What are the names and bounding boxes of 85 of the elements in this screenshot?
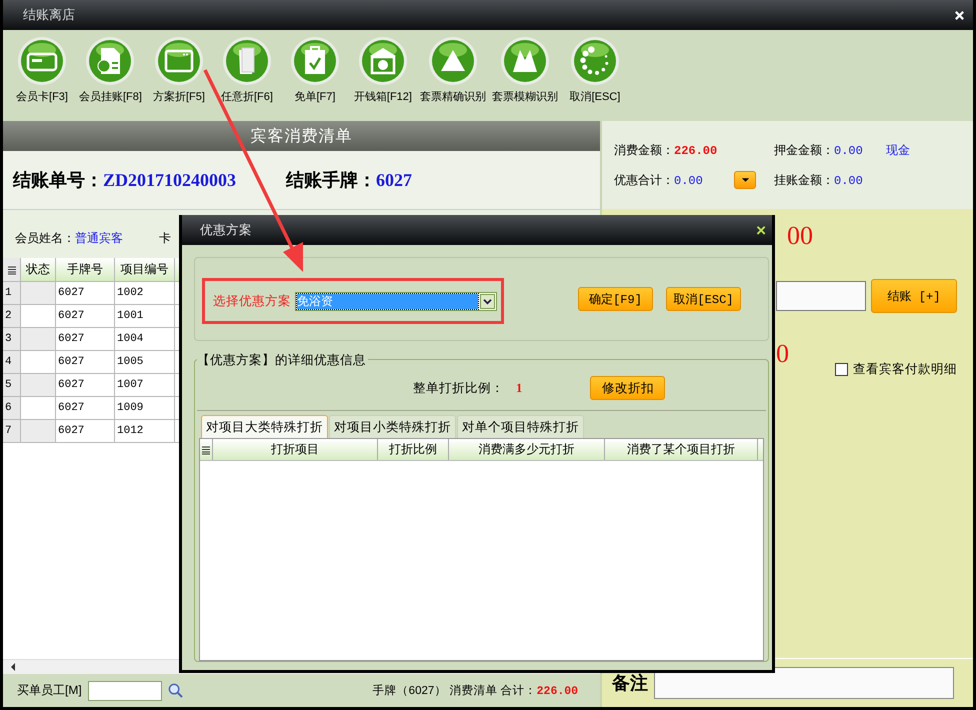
- member-name: 会员姓名：普通宾客: [15, 230, 123, 246]
- table-cell: 1001: [115, 305, 175, 327]
- toolbar-button[interactable]: 取消[ESC]: [564, 36, 626, 104]
- peaks-icon: [500, 36, 550, 86]
- cash-link[interactable]: 现金: [886, 142, 910, 158]
- change-amount: 0: [776, 339, 789, 369]
- checkout-button[interactable]: 结账 [+]: [871, 279, 957, 313]
- close-icon[interactable]: [954, 10, 965, 20]
- table-cell: 1002: [115, 282, 175, 304]
- row-number: 4: [3, 351, 21, 373]
- table-cell: 1004: [115, 328, 175, 350]
- edit-discount-button[interactable]: 修改折扣: [590, 376, 666, 400]
- bill-summary: 手牌（6027） 消费清单 合计：226.00: [372, 683, 578, 698]
- tab[interactable]: 对单个项目特殊打折: [457, 415, 584, 438]
- card-label: 卡: [159, 230, 171, 246]
- payment-detail-checkbox[interactable]: 查看宾客付款明细: [835, 361, 957, 378]
- dialog-title: 优惠方案: [200, 222, 252, 238]
- window-title: 结账离店: [23, 6, 75, 24]
- order-number: 结账单号：ZD201710240003: [13, 169, 236, 192]
- row-number: 7: [3, 420, 21, 442]
- row-number: 1: [3, 282, 21, 304]
- table-cell: 1007: [115, 374, 175, 396]
- clipboard-icon: [290, 36, 340, 86]
- toolbar-button[interactable]: 会员挂账[F8]: [79, 36, 142, 104]
- table-cell: 1012: [115, 420, 175, 442]
- toolbar-button[interactable]: 方案折[F5]: [148, 36, 210, 104]
- caret-icon: [740, 177, 750, 183]
- table-cell: 6027: [56, 397, 115, 419]
- row-number: 6: [3, 397, 21, 419]
- list-icon: [201, 444, 211, 454]
- section-title: 宾客消费清单: [250, 126, 352, 146]
- ratio-value: 1: [516, 380, 522, 396]
- column-header: 打折项目: [213, 439, 378, 460]
- table-cell: 6027: [56, 420, 115, 442]
- toolbar-button[interactable]: 套票模糊识别: [492, 36, 558, 104]
- select-label: 选择优惠方案: [213, 292, 291, 310]
- search-icon[interactable]: [168, 683, 183, 698]
- table-cell: 6027: [56, 374, 115, 396]
- table-cell: 6027: [56, 305, 115, 327]
- deposit-amount: 押金金额：0.00: [774, 142, 864, 158]
- table-cell: 6027: [56, 351, 115, 373]
- list-icon: [6, 264, 16, 274]
- tab[interactable]: 对项目小类特殊打折: [329, 415, 456, 438]
- dropdown-button[interactable]: [734, 171, 756, 189]
- cancel-button[interactable]: 取消[ESC]: [666, 287, 741, 311]
- table-cell: 1009: [115, 397, 175, 419]
- column-header: 消费了某个项目打折: [605, 439, 758, 460]
- toolbar-button[interactable]: 会员卡[F3]: [11, 36, 73, 104]
- bank-icon: [358, 36, 408, 86]
- table-cell: 1005: [115, 351, 175, 373]
- window-icon: [154, 36, 204, 86]
- toolbar-button[interactable]: 任意折[F6]: [216, 36, 278, 104]
- row-number: 2: [3, 305, 21, 327]
- toolbar-button[interactable]: 套票精确识别: [420, 36, 486, 104]
- amount-due: 00: [787, 221, 813, 251]
- checkout-tag: 结账手牌：6027: [286, 168, 412, 192]
- row-number: 5: [3, 374, 21, 396]
- remark-field[interactable]: [654, 667, 954, 699]
- remark-label: 备注: [612, 672, 648, 695]
- chevron-down-icon: [483, 298, 492, 304]
- tab[interactable]: 对项目大类特殊打折: [201, 415, 328, 438]
- spend-amount: 消费金额：226.00: [614, 142, 718, 158]
- cards-icon: [222, 36, 272, 86]
- confirm-button[interactable]: 确定[F9]: [578, 287, 653, 311]
- loading-icon: [570, 36, 620, 86]
- column-header: 消费满多少元打折: [449, 439, 605, 460]
- ratio-label: 整单打折比例：: [413, 380, 504, 396]
- staff-label: 买单员工[M]: [17, 682, 82, 699]
- toolbar-button[interactable]: 开钱箱[F12]: [352, 36, 414, 104]
- toolbar-button[interactable]: 免单[F7]: [284, 36, 346, 104]
- table-cell: 6027: [56, 328, 115, 350]
- row-number: 3: [3, 328, 21, 350]
- staff-field[interactable]: [88, 680, 162, 700]
- column-header: 打折比例: [378, 439, 449, 460]
- discount-total: 优惠合计：0.00: [614, 172, 704, 188]
- column-header: 状态: [21, 258, 56, 281]
- payment-field[interactable]: [776, 281, 866, 311]
- column-header: 项目编号: [115, 258, 175, 281]
- table-cell: 6027: [56, 282, 115, 304]
- close-button[interactable]: ×: [754, 222, 768, 238]
- card-icon: [17, 36, 67, 86]
- document-icon: [85, 36, 136, 86]
- credit-amount: 挂账金额：0.00: [774, 172, 864, 188]
- column-header: 手牌号: [56, 258, 115, 281]
- group-title: 【优惠方案】的详细优惠信息: [197, 352, 368, 369]
